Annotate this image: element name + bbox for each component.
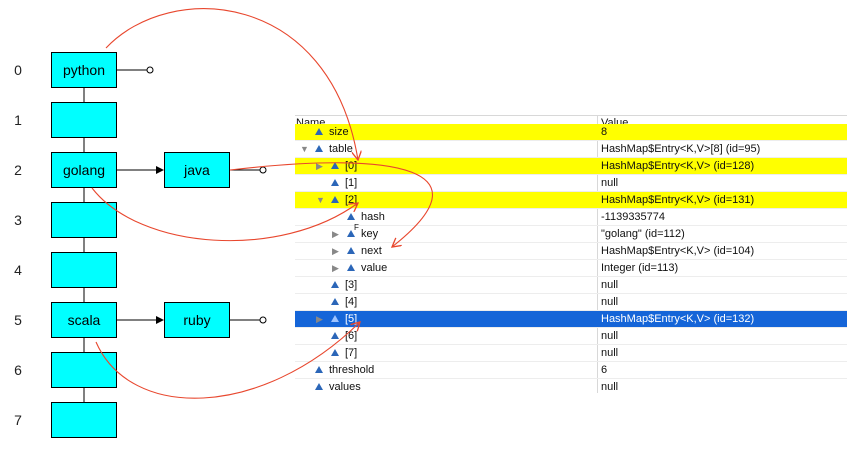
arrow-python-to-index0 — [105, 8, 358, 160]
null-terminator — [146, 66, 154, 74]
null-terminator — [259, 316, 267, 324]
arrow-scala-to-index5 — [95, 322, 360, 399]
arrow-golang-to-index2 — [91, 187, 358, 242]
null-terminator — [259, 166, 267, 174]
reference-arrows — [83, 8, 433, 402]
arrow-java-to-next — [229, 162, 433, 247]
